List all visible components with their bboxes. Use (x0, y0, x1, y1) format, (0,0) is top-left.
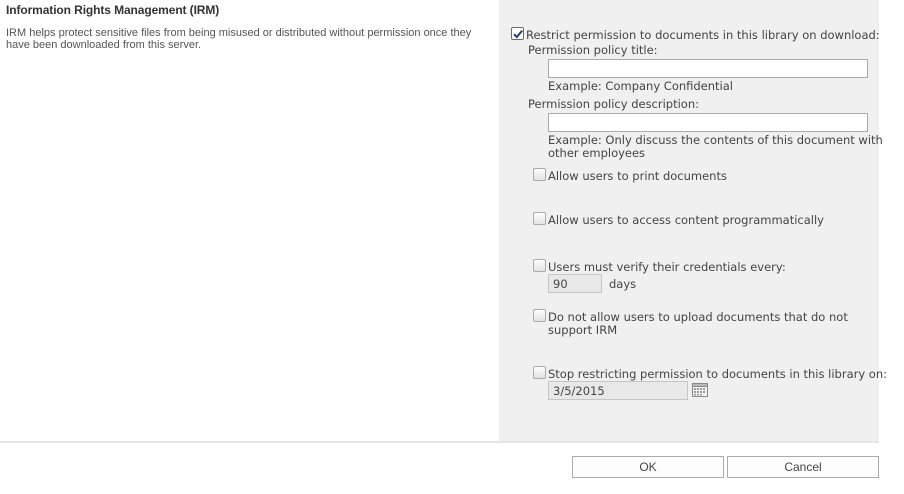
policy-title-input[interactable] (548, 59, 868, 78)
section-title: Information Rights Management (IRM) (6, 3, 220, 17)
verify-credentials-label: Users must verify their credentials ever… (548, 260, 786, 274)
allow-programmatic-checkbox[interactable] (533, 212, 546, 225)
verify-days-input[interactable] (548, 274, 602, 293)
stop-date-input[interactable] (548, 381, 688, 400)
cancel-button[interactable]: Cancel (727, 456, 879, 478)
ok-button[interactable]: OK (572, 456, 724, 478)
section-info-panel: Information Rights Management (IRM) IRM … (0, 0, 499, 441)
verify-days-unit: days (609, 277, 637, 291)
allow-print-label: Allow users to print documents (548, 169, 727, 183)
block-upload-label: Do not allow users to upload documents t… (548, 310, 848, 324)
restrict-permission-label: Restrict permission to documents in this… (526, 28, 880, 42)
policy-description-input[interactable] (548, 113, 868, 132)
policy-title-example: Example: Company Confidential (548, 79, 733, 93)
block-upload-checkbox[interactable] (533, 309, 546, 322)
stop-restricting-checkbox[interactable] (533, 366, 546, 379)
verify-credentials-checkbox[interactable] (533, 259, 546, 272)
restrict-permission-checkbox[interactable] (511, 27, 524, 40)
block-upload-label-cont: support IRM (548, 323, 618, 337)
allow-print-checkbox[interactable] (533, 168, 546, 181)
checkmark-icon (513, 29, 523, 39)
allow-programmatic-label: Allow users to access content programmat… (548, 213, 824, 227)
settings-panel: Restrict permission to documents in this… (499, 0, 887, 441)
policy-description-example-cont: other employees (548, 146, 646, 160)
policy-description-label: Permission policy description: (528, 97, 700, 111)
section-divider (0, 441, 879, 443)
stop-restricting-label: Stop restricting permission to documents… (548, 367, 888, 381)
policy-description-example: Example: Only discuss the contents of th… (548, 133, 883, 147)
policy-title-label: Permission policy title: (528, 43, 658, 57)
section-description: IRM helps protect sensitive files from b… (6, 27, 472, 51)
calendar-icon[interactable] (692, 383, 708, 397)
